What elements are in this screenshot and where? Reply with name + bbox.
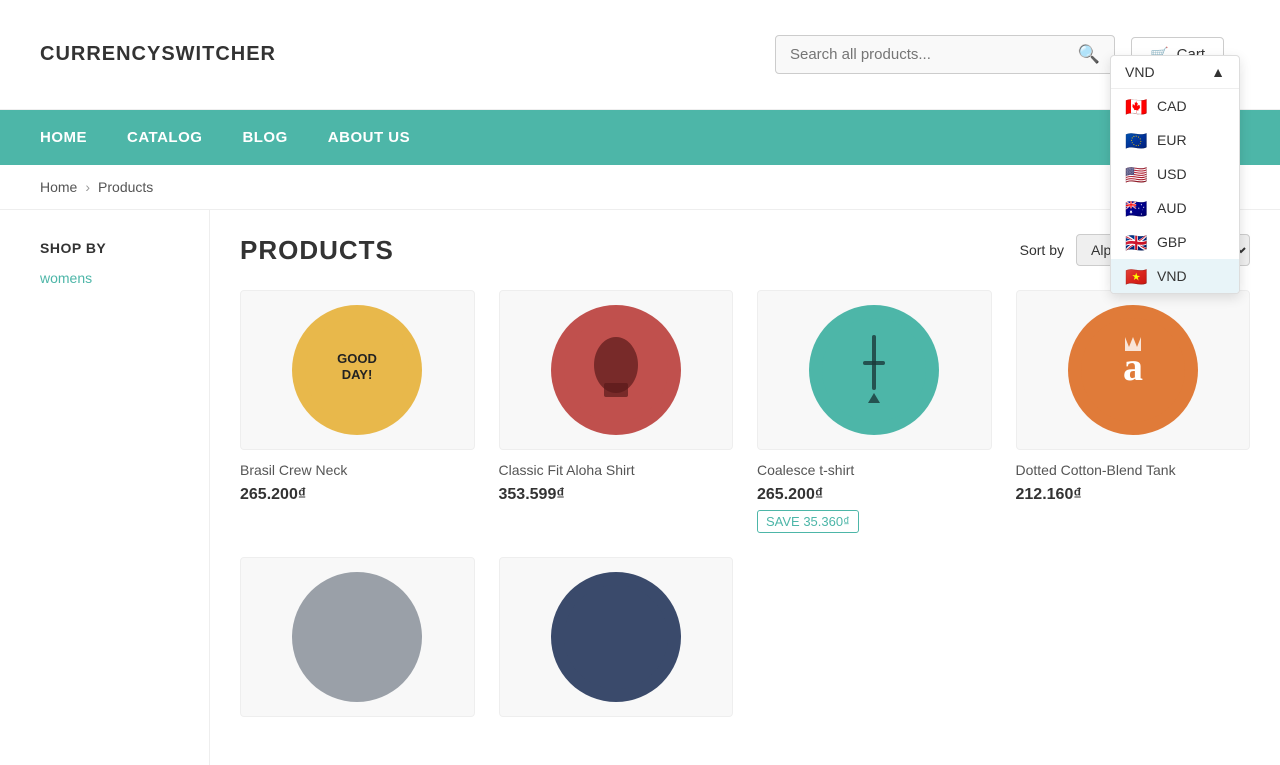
product-image-4: a (1016, 290, 1251, 450)
currency-code-usd: USD (1157, 166, 1187, 182)
product-name-1: Brasil Crew Neck (240, 462, 347, 478)
header: CURRENCYSWITCHER 🔍 🛒 Cart VND ▲ 🇨🇦 CAD (0, 0, 1280, 110)
search-input[interactable] (790, 46, 1078, 63)
product-thumb-1: GOOD DAY! (292, 305, 422, 435)
currency-option-usd[interactable]: 🇺🇸 USD (1111, 157, 1239, 191)
product-image-5 (240, 557, 475, 717)
flag-vnd: 🇻🇳 (1125, 268, 1147, 284)
currency-code-aud: AUD (1157, 200, 1187, 216)
sidebar: SHOP BY womens (0, 210, 210, 765)
product-image-2 (499, 290, 734, 450)
search-button[interactable]: 🔍 (1078, 44, 1100, 65)
product-image-1: GOOD DAY! (240, 290, 475, 450)
flag-gbp: 🇬🇧 (1125, 234, 1147, 250)
flag-eur: 🇪🇺 (1125, 132, 1147, 148)
svg-text:GOOD: GOOD (337, 351, 377, 366)
currency-option-gbp[interactable]: 🇬🇧 GBP (1111, 225, 1239, 259)
currency-code-cad: CAD (1157, 98, 1187, 114)
flag-aud: 🇦🇺 (1125, 200, 1147, 216)
currency-option-aud[interactable]: 🇦🇺 AUD (1111, 191, 1239, 225)
search-bar: 🔍 (775, 35, 1115, 74)
product-name-3: Coalesce t-shirt (757, 462, 854, 478)
svg-text:DAY!: DAY! (342, 367, 373, 382)
products-header: PRODUCTS Sort by Alphabetically, A-Z Alp… (240, 234, 1250, 266)
currency-dropdown-header[interactable]: VND ▲ (1111, 56, 1239, 89)
product-name-2: Classic Fit Aloha Shirt (499, 462, 635, 478)
product-price-2: 353.599₫ (499, 486, 565, 504)
currency-option-vnd[interactable]: 🇻🇳 VND (1111, 259, 1239, 293)
breadcrumb-separator: › (85, 179, 90, 195)
sidebar-title: SHOP BY (40, 240, 179, 256)
sidebar-filter-womens[interactable]: womens (40, 270, 179, 286)
main-content: SHOP BY womens PRODUCTS Sort by Alphabet… (0, 210, 1280, 765)
product-card-4[interactable]: a Dotted Cotton-Blend Tank 212.160₫ (1016, 290, 1251, 533)
currency-option-eur[interactable]: 🇪🇺 EUR (1111, 123, 1239, 157)
currency-code-eur: EUR (1157, 132, 1187, 148)
main-nav: HOME CATALOG BLOG ABOUT US (0, 110, 1280, 165)
product-thumb-4: a (1068, 305, 1198, 435)
product-image-3 (757, 290, 992, 450)
product-save-badge-3: SAVE 35.360₫ (757, 510, 859, 533)
nav-item-catalog[interactable]: CATALOG (127, 125, 202, 150)
currency-collapse-arrow: ▲ (1211, 64, 1225, 80)
product-thumb-3 (809, 305, 939, 435)
product-price-3: 265.200₫ (757, 486, 823, 504)
product-thumb-5 (292, 572, 422, 702)
header-right: 🔍 🛒 Cart VND ▲ 🇨🇦 CAD 🇪🇺 EUR (775, 35, 1240, 74)
breadcrumb-home[interactable]: Home (40, 179, 77, 195)
product-card-1[interactable]: GOOD DAY! Brasil Crew Neck 265.200₫ (240, 290, 475, 533)
product-card-3[interactable]: Coalesce t-shirt 265.200₫ SAVE 35.360₫ (757, 290, 992, 533)
product-thumb-2 (551, 305, 681, 435)
products-title: PRODUCTS (240, 235, 394, 266)
nav-item-blog[interactable]: BLOG (242, 125, 287, 150)
site-logo: CURRENCYSWITCHER (40, 43, 276, 66)
product-card-2[interactable]: Classic Fit Aloha Shirt 353.599₫ (499, 290, 734, 533)
nav-item-home[interactable]: HOME (40, 125, 87, 150)
flag-cad: 🇨🇦 (1125, 98, 1147, 114)
breadcrumb-current: Products (98, 179, 153, 195)
currency-code-vnd: VND (1157, 268, 1187, 284)
product-card-6[interactable] (499, 557, 734, 729)
product-price-1: 265.200₫ (240, 486, 306, 504)
product-thumb-6 (551, 572, 681, 702)
product-grid: GOOD DAY! Brasil Crew Neck 265.200₫ (240, 290, 1250, 533)
flag-usd: 🇺🇸 (1125, 166, 1147, 182)
product-price-4: 212.160₫ (1016, 486, 1082, 504)
currency-code-gbp: GBP (1157, 234, 1187, 250)
product-card-5[interactable] (240, 557, 475, 729)
product-name-4: Dotted Cotton-Blend Tank (1016, 462, 1176, 478)
currency-option-cad[interactable]: 🇨🇦 CAD (1111, 89, 1239, 123)
product-image-6 (499, 557, 734, 717)
product-grid-row2 (240, 557, 1250, 729)
nav-item-about[interactable]: ABOUT US (328, 125, 410, 150)
sort-label: Sort by (1020, 242, 1064, 258)
currency-dropdown: VND ▲ 🇨🇦 CAD 🇪🇺 EUR 🇺🇸 USD 🇦🇺 (1110, 55, 1240, 294)
current-currency-label: VND (1125, 64, 1155, 80)
breadcrumb: Home › Products (0, 165, 1280, 210)
